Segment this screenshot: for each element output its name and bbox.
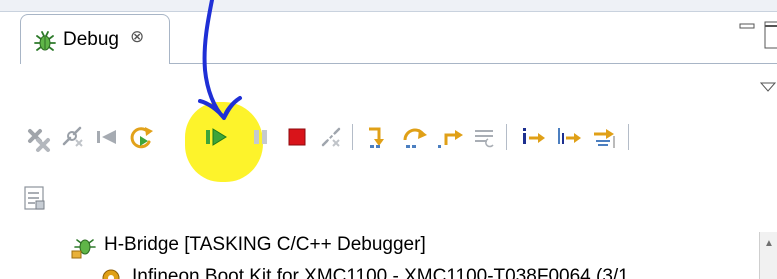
step-back-icon <box>97 130 116 144</box>
step-over-button[interactable] <box>398 118 432 156</box>
tree-item-target[interactable]: Infineon Boot Kit for XMC1100 - XMC1100-… <box>60 264 760 279</box>
terminate-icon <box>288 128 306 146</box>
target-connection-icon <box>98 266 124 279</box>
tab-debug[interactable]: Debug ⊗ <box>20 14 170 64</box>
use-step-filters-button[interactable] <box>588 118 622 156</box>
instruction-stepping-icon <box>523 128 545 144</box>
remove-launches-icon <box>28 129 50 152</box>
show-debug-details-button[interactable] <box>22 184 48 214</box>
step-into-selection-button[interactable] <box>552 118 586 156</box>
tree-item-label: H-Bridge [TASKING C/C++ Debugger] <box>104 234 426 255</box>
use-step-filters-icon <box>594 129 615 148</box>
tab-label: Debug <box>63 29 119 50</box>
restart-button[interactable] <box>124 118 158 156</box>
terminate-button[interactable] <box>280 118 314 156</box>
connect-button[interactable] <box>56 118 90 156</box>
debug-toolbar <box>22 118 777 158</box>
maximize-icon[interactable] <box>762 20 777 50</box>
toolbar-separator <box>352 124 353 150</box>
vertical-scrollbar[interactable]: ▲ <box>759 232 777 279</box>
tree-item-launch[interactable]: H-Bridge [TASKING C/C++ Debugger] <box>60 232 777 260</box>
scroll-up-icon[interactable]: ▲ <box>764 238 774 249</box>
step-back-button[interactable] <box>90 118 124 156</box>
tab-bar-divider <box>170 63 777 64</box>
top-window-strip <box>0 0 777 12</box>
drop-to-frame-icon <box>475 130 494 148</box>
step-return-button[interactable] <box>434 118 468 156</box>
step-into-selection-icon <box>558 128 581 144</box>
suspend-button[interactable] <box>244 118 278 156</box>
disconnect-button[interactable] <box>314 118 348 156</box>
resume-button[interactable] <box>192 118 236 156</box>
remove-launches-button[interactable] <box>22 118 56 156</box>
connect-icon <box>62 126 83 147</box>
debug-bug-icon <box>31 27 59 55</box>
disconnect-icon <box>321 127 341 147</box>
step-return-icon <box>438 130 463 148</box>
step-into-icon <box>369 127 384 148</box>
debug-launch-icon <box>70 232 100 260</box>
close-icon[interactable]: ⊗ <box>130 27 144 47</box>
toolbar-separator <box>628 124 629 150</box>
suspend-icon <box>254 130 267 144</box>
step-into-button[interactable] <box>362 118 396 156</box>
restart-icon <box>130 127 153 149</box>
drop-to-frame-button[interactable] <box>468 118 502 156</box>
debug-details-icon <box>24 186 45 210</box>
debug-view-screenshot: Debug ⊗ H-Bridge [TASKING C/C++ Debugger… <box>0 0 777 279</box>
minimize-icon[interactable] <box>738 20 756 34</box>
toolbar-separator <box>506 124 507 150</box>
instruction-stepping-button[interactable] <box>516 118 550 156</box>
tree-item-label: Infineon Boot Kit for XMC1100 - XMC1100-… <box>132 266 629 279</box>
view-menu-icon[interactable] <box>758 80 777 94</box>
resume-icon <box>206 128 227 146</box>
step-over-icon <box>403 128 427 148</box>
